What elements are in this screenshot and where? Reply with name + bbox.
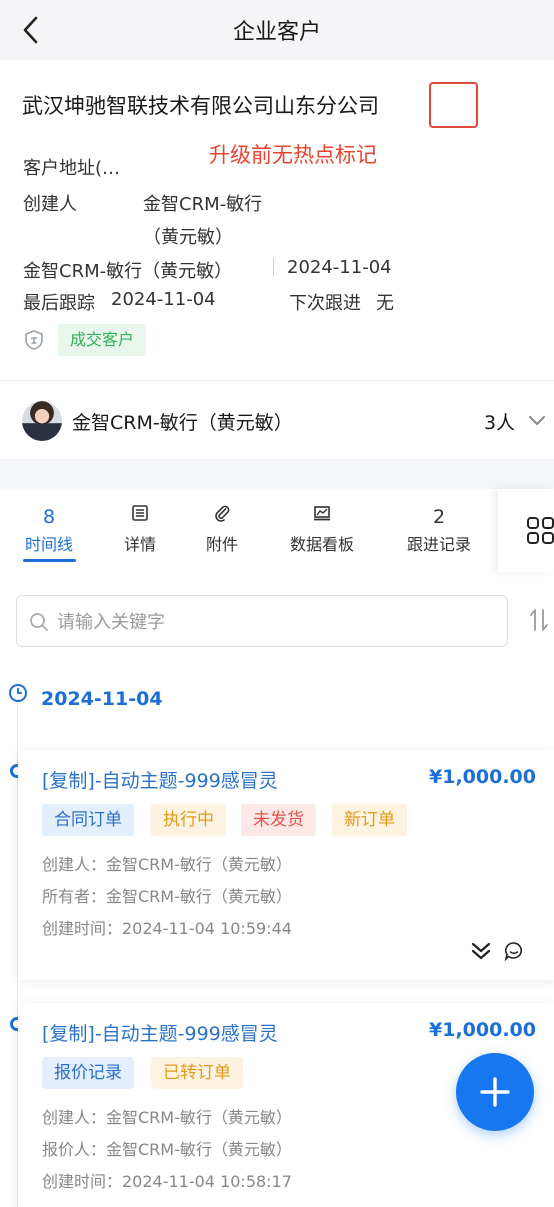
tab-label: 跟进记录	[406, 535, 471, 554]
clock-icon	[9, 684, 27, 702]
member-count: 3人	[484, 412, 516, 434]
grid-icon	[527, 517, 554, 544]
owner-name: 金智CRM-敏行（黄元敏）	[72, 412, 293, 434]
card-actions	[470, 940, 524, 964]
tab-dashboard[interactable]: 数据看板	[281, 489, 363, 573]
creator-label: 创建人	[23, 194, 77, 215]
chevron-down-icon[interactable]	[526, 409, 548, 431]
team-members-row[interactable]: 金智CRM-敏行（黄元敏） 3人	[0, 381, 554, 459]
next-follow-value: 无	[376, 293, 394, 314]
order-card[interactable]: [复制]-自动主题-999感冒灵 ¥1,000.00 合同订单 执行中 未发货 …	[18, 750, 554, 980]
card-amount: ¥1,000.00	[429, 1019, 536, 1041]
tab-label: 详情	[123, 535, 156, 554]
company-name: 武汉坤驰智联技术有限公司山东分公司	[22, 94, 379, 118]
card-created-time: 创建时间：2024-11-04 10:59:44	[42, 919, 292, 938]
card-owner: 所有者：金智CRM-敏行（黄元敏）	[42, 887, 292, 906]
avatar	[22, 401, 62, 441]
tag: 合同订单	[42, 804, 134, 836]
sort-icon[interactable]	[528, 607, 550, 633]
owner-text: 金智CRM-敏行（黄元敏）	[23, 261, 233, 282]
creator-name: 金智CRM-敏行	[143, 194, 263, 215]
next-follow-label: 下次跟进	[289, 293, 361, 314]
shield-icon	[25, 330, 43, 350]
divider	[273, 258, 274, 276]
more-tabs-button[interactable]	[498, 489, 554, 572]
tab-label: 附件	[205, 535, 238, 554]
search-icon	[30, 613, 48, 631]
card-amount: ¥1,000.00	[429, 766, 536, 788]
card-creator: 创建人：金智CRM-敏行（黄元敏）	[42, 1108, 292, 1127]
tag: 未发货	[241, 804, 316, 836]
tab-label: 数据看板	[289, 535, 354, 554]
top-nav-bar: 企业客户	[0, 0, 554, 60]
double-chevron-down-icon[interactable]	[470, 940, 492, 962]
tab-label: 时间线	[24, 535, 73, 554]
tab-bar: 8 时间线 详情 附件 数据看板 2 跟进记录	[0, 489, 554, 573]
hotspot-annotation: 升级前无热点标记	[209, 143, 377, 167]
last-follow-label: 最后跟踪	[23, 293, 95, 314]
active-tab-indicator	[23, 559, 76, 562]
last-follow-date: 2024-11-04	[111, 289, 216, 310]
card-title[interactable]: [复制]-自动主题-999感冒灵	[42, 1019, 278, 1046]
search-input[interactable]	[57, 606, 497, 638]
timeline-date: 2024-11-04	[41, 688, 163, 710]
card-title[interactable]: [复制]-自动主题-999感冒灵	[42, 766, 278, 793]
tab-follow-records[interactable]: 2 跟进记录	[400, 489, 478, 573]
add-button[interactable]	[456, 1053, 534, 1131]
dashboard-icon	[281, 504, 363, 530]
card-quoter: 报价人：金智CRM-敏行（黄元敏）	[42, 1140, 292, 1159]
card-creator: 创建人：金智CRM-敏行（黄元敏）	[42, 855, 292, 874]
tag: 报价记录	[42, 1057, 134, 1089]
created-date: 2024-11-04	[287, 257, 392, 278]
tab-count: 8	[42, 506, 56, 528]
tag: 已转订单	[151, 1057, 243, 1089]
tag: 新订单	[332, 804, 407, 836]
card-created-time: 创建时间：2024-11-04 10:58:17	[42, 1172, 292, 1191]
search-box	[16, 595, 508, 647]
list-icon	[112, 504, 168, 530]
tab-attachments[interactable]: 附件	[194, 489, 250, 573]
status-badge: 成交客户	[58, 324, 147, 356]
plus-icon	[480, 1077, 510, 1107]
comment-icon[interactable]	[503, 940, 525, 962]
section-gap	[0, 459, 554, 489]
tab-count: 2	[432, 506, 446, 528]
creator-name-paren: （黄元敏）	[143, 227, 233, 248]
tag: 执行中	[151, 804, 226, 836]
page-title: 企业客户	[232, 20, 321, 45]
hotspot-marker-box	[429, 82, 478, 128]
paperclip-icon	[194, 504, 250, 530]
address-label[interactable]: 客户地址(…	[23, 154, 120, 180]
tab-details[interactable]: 详情	[112, 489, 168, 573]
